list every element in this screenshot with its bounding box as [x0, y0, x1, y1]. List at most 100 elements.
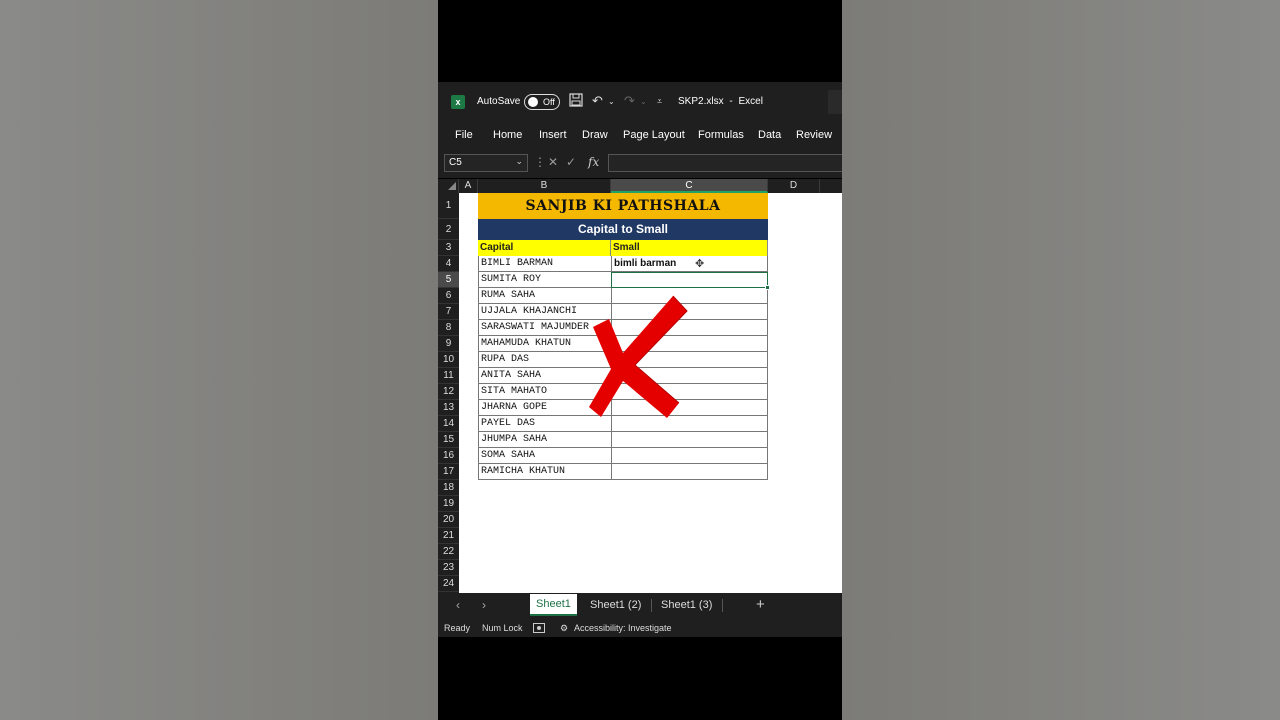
row-header[interactable]: 16: [438, 448, 459, 464]
column-header-b[interactable]: B: [478, 179, 611, 193]
active-cell[interactable]: [611, 272, 768, 288]
select-all-corner[interactable]: [438, 179, 459, 193]
row-header[interactable]: 4: [438, 256, 459, 272]
column-header-d[interactable]: D: [768, 179, 820, 193]
background-right: [842, 0, 1280, 720]
status-accessibility[interactable]: Accessibility: Investigate: [574, 623, 672, 633]
tab-separator: [722, 599, 723, 612]
customize-toolbar-icon[interactable]: ⩡: [657, 96, 662, 107]
row-header[interactable]: 7: [438, 304, 459, 320]
enter-icon[interactable]: ✓: [566, 155, 576, 169]
excel-logo-icon: x: [451, 95, 465, 109]
row-header[interactable]: 13: [438, 400, 459, 416]
autosave-label: AutoSave: [477, 96, 521, 107]
row-header[interactable]: 20: [438, 512, 459, 528]
tab-separator: [651, 599, 652, 612]
title-bar: x AutoSave Off ↶ ⌄ ↷ ⌄ ⩡ SKP2.xlsx - Exc…: [438, 82, 842, 122]
tab-page-layout[interactable]: Page Layout: [623, 129, 685, 141]
tab-review[interactable]: Review: [796, 129, 832, 141]
row-header[interactable]: 23: [438, 560, 459, 576]
tab-insert[interactable]: Insert: [539, 129, 567, 141]
redo-dropdown-icon[interactable]: ⌄: [640, 97, 647, 106]
undo-dropdown-icon[interactable]: ⌄: [608, 97, 615, 106]
accessibility-icon[interactable]: ⚙: [560, 623, 568, 634]
row-header[interactable]: 19: [438, 496, 459, 512]
row-header[interactable]: 21: [438, 528, 459, 544]
column-header-c[interactable]: C: [611, 179, 768, 193]
tab-draw[interactable]: Draw: [582, 129, 608, 141]
save-icon[interactable]: [569, 93, 583, 110]
sheet-tab-sheet1-2[interactable]: Sheet1 (2): [584, 593, 647, 617]
filename: SKP2.xlsx: [678, 96, 724, 107]
row-header[interactable]: 24: [438, 576, 459, 592]
row-header[interactable]: 3: [438, 240, 459, 256]
background-left: [0, 0, 438, 720]
redo-icon[interactable]: ↷: [624, 93, 635, 109]
row-header[interactable]: 9: [438, 336, 459, 352]
ribbon-tabs: File Home Insert Draw Page Layout Formul…: [438, 122, 842, 150]
chevron-down-icon[interactable]: ⌄: [515, 156, 523, 167]
column-headers: A B C D: [438, 179, 842, 193]
row-header[interactable]: 6: [438, 288, 459, 304]
row-header[interactable]: 11: [438, 368, 459, 384]
more-options-icon[interactable]: ⋮: [534, 155, 546, 169]
row-header[interactable]: 17: [438, 464, 459, 480]
red-x-mark: [589, 295, 688, 418]
tab-file[interactable]: File: [455, 129, 473, 141]
toggle-knob: [528, 97, 538, 107]
add-sheet-icon[interactable]: +: [756, 596, 765, 613]
cell-small[interactable]: [611, 464, 768, 480]
app-name: Excel: [738, 96, 763, 107]
tab-home[interactable]: Home: [493, 129, 522, 141]
select-all-icon: [448, 182, 456, 190]
sheet-tab-sheet1-3[interactable]: Sheet1 (3): [655, 593, 718, 617]
row-header[interactable]: 1: [438, 193, 459, 219]
macro-recording-icon[interactable]: [533, 623, 545, 635]
row-header[interactable]: 15: [438, 432, 459, 448]
mouse-cursor-icon: ✥: [695, 258, 705, 270]
formula-input[interactable]: [608, 154, 842, 172]
row-header[interactable]: 2: [438, 219, 459, 240]
row-header[interactable]: 12: [438, 384, 459, 400]
sheet-subtitle[interactable]: Capital to Small: [478, 219, 768, 240]
search-box[interactable]: [828, 90, 842, 114]
autosave-toggle[interactable]: Off: [524, 94, 560, 110]
status-num-lock: Num Lock: [482, 623, 523, 633]
cell-capital[interactable]: SOMA SAHA: [478, 448, 611, 464]
status-bar: Ready Num Lock ⚙ Accessibility: Investig…: [438, 619, 842, 637]
cell-small[interactable]: [611, 432, 768, 448]
header-capital[interactable]: Capital: [478, 240, 611, 256]
cell-capital[interactable]: BIMLI BARMAN: [478, 256, 611, 272]
excel-window: x AutoSave Off ↶ ⌄ ↷ ⌄ ⩡ SKP2.xlsx - Exc…: [438, 0, 842, 720]
tab-formulas[interactable]: Formulas: [698, 129, 744, 141]
row-headers: 1 2 3 4 5 6 7 8 9 10 11 12 13 14 15 16 1…: [438, 193, 459, 593]
cell-capital[interactable]: SUMITA ROY: [478, 272, 611, 288]
sheet-tabs-bar: ‹ › Sheet1 Sheet1 (2) Sheet1 (3) +: [438, 593, 842, 619]
cell-capital[interactable]: JHUMPA SAHA: [478, 432, 611, 448]
cell-capital[interactable]: RAMICHA KHATUN: [478, 464, 611, 480]
row-header[interactable]: 5: [438, 272, 459, 288]
cancel-icon[interactable]: ✕: [548, 155, 558, 169]
row-header[interactable]: 10: [438, 352, 459, 368]
prev-sheet-icon[interactable]: ‹: [456, 598, 460, 612]
sheet-title[interactable]: SANJIB KI PATHSHALA: [478, 193, 768, 219]
header-small[interactable]: Small: [611, 240, 768, 256]
cell-small[interactable]: [611, 448, 768, 464]
next-sheet-icon[interactable]: ›: [482, 598, 486, 612]
name-box-value: C5: [449, 157, 462, 168]
row-header[interactable]: 18: [438, 480, 459, 496]
cell-small[interactable]: bimli barman: [611, 256, 768, 272]
name-box[interactable]: C5 ⌄: [444, 154, 528, 172]
title-separator: -: [729, 96, 733, 107]
autosave-state: Off: [543, 97, 555, 107]
column-header-a[interactable]: A: [459, 179, 478, 193]
tab-data[interactable]: Data: [758, 129, 781, 141]
insert-function-icon[interactable]: fx: [588, 155, 599, 169]
worksheet-grid[interactable]: SANJIB KI PATHSHALA Capital to Small Cap…: [459, 193, 842, 593]
fill-handle[interactable]: [765, 285, 770, 290]
row-header[interactable]: 22: [438, 544, 459, 560]
undo-icon[interactable]: ↶: [592, 93, 603, 109]
sheet-tab-sheet1[interactable]: Sheet1: [530, 594, 577, 616]
row-header[interactable]: 8: [438, 320, 459, 336]
row-header[interactable]: 14: [438, 416, 459, 432]
